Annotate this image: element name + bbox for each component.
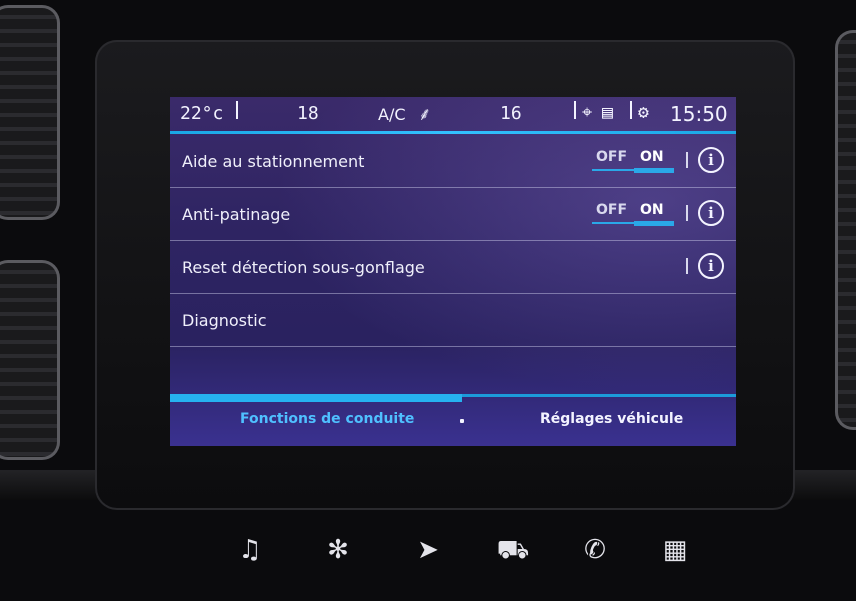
setting-label: Anti-patinage — [182, 204, 291, 224]
driver-temperature[interactable]: 22°c — [180, 103, 223, 124]
fan-icon[interactable]: ✻ — [318, 530, 358, 570]
seat-ventilation-icon[interactable]: ⸙ — [418, 102, 432, 126]
toggle-on-label[interactable]: ON — [640, 149, 664, 165]
car-icon[interactable]: ⛟ — [493, 530, 533, 570]
message-icon[interactable]: ▤ — [602, 102, 613, 123]
tab-driving-functions[interactable]: Fonctions de conduite — [240, 411, 414, 427]
active-tab-indicator — [170, 394, 462, 402]
fan-speed-left[interactable]: 18 — [297, 103, 319, 124]
status-separator — [630, 101, 632, 119]
info-icon[interactable]: i — [698, 253, 724, 279]
air-vent-left-upper — [0, 5, 60, 220]
row-separator — [686, 258, 688, 274]
toggle-off-label[interactable]: OFF — [596, 149, 627, 165]
infotainment-screen: 22°c 18 A/C ⸙ 16 ⌖ ▤ ⚙ 15:50 Aide au sta… — [170, 97, 736, 446]
air-vent-right — [835, 30, 856, 430]
setting-row-tire-pressure-reset[interactable]: Reset détection sous-gonflage i — [170, 241, 736, 294]
toggle-off-label[interactable]: OFF — [596, 202, 627, 218]
hardkey-bar: ♫ ✻ ➤ ⛟ ✆ ▦ — [215, 530, 715, 580]
setting-row-traction-control[interactable]: Anti-patinage OFF ON i — [170, 188, 736, 241]
tab-vehicle-settings[interactable]: Réglages véhicule — [540, 411, 683, 427]
toggle-indicator — [634, 168, 674, 173]
setting-label: Reset détection sous-gonflage — [182, 257, 425, 277]
info-icon[interactable]: i — [698, 200, 724, 226]
setting-label: Aide au stationnement — [182, 151, 365, 171]
status-bar: 22°c 18 A/C ⸙ 16 ⌖ ▤ ⚙ 15:50 — [170, 97, 736, 133]
traction-control-toggle[interactable]: OFF ON — [592, 200, 674, 226]
status-bar-underline — [170, 131, 736, 134]
parking-aid-toggle[interactable]: OFF ON — [592, 147, 674, 173]
fan-speed-right[interactable]: 16 — [500, 103, 522, 124]
air-vent-left-lower — [0, 260, 60, 460]
toggle-on-label[interactable]: ON — [640, 202, 664, 218]
row-separator — [686, 152, 688, 168]
setting-row-diagnostic[interactable]: Diagnostic — [170, 294, 736, 347]
status-separator — [236, 101, 238, 119]
clock: 15:50 — [670, 102, 728, 126]
bottom-tab-bar: Fonctions de conduite Réglages véhicule — [170, 394, 736, 446]
setting-row-parking-aid[interactable]: Aide au stationnement OFF ON i — [170, 135, 736, 188]
row-separator — [686, 205, 688, 221]
location-icon[interactable]: ⌖ — [582, 102, 592, 123]
navigation-icon[interactable]: ➤ — [408, 530, 448, 570]
settings-gear-icon[interactable]: ⚙ — [638, 102, 649, 123]
ac-indicator[interactable]: A/C — [378, 105, 406, 124]
setting-label: Diagnostic — [182, 310, 267, 330]
info-icon[interactable]: i — [698, 147, 724, 173]
tab-divider-dot — [460, 419, 464, 423]
music-icon[interactable]: ♫ — [230, 530, 270, 570]
phone-icon[interactable]: ✆ — [575, 530, 615, 570]
toggle-indicator — [634, 221, 674, 226]
apps-grid-icon[interactable]: ▦ — [655, 530, 695, 570]
status-separator — [574, 101, 576, 119]
